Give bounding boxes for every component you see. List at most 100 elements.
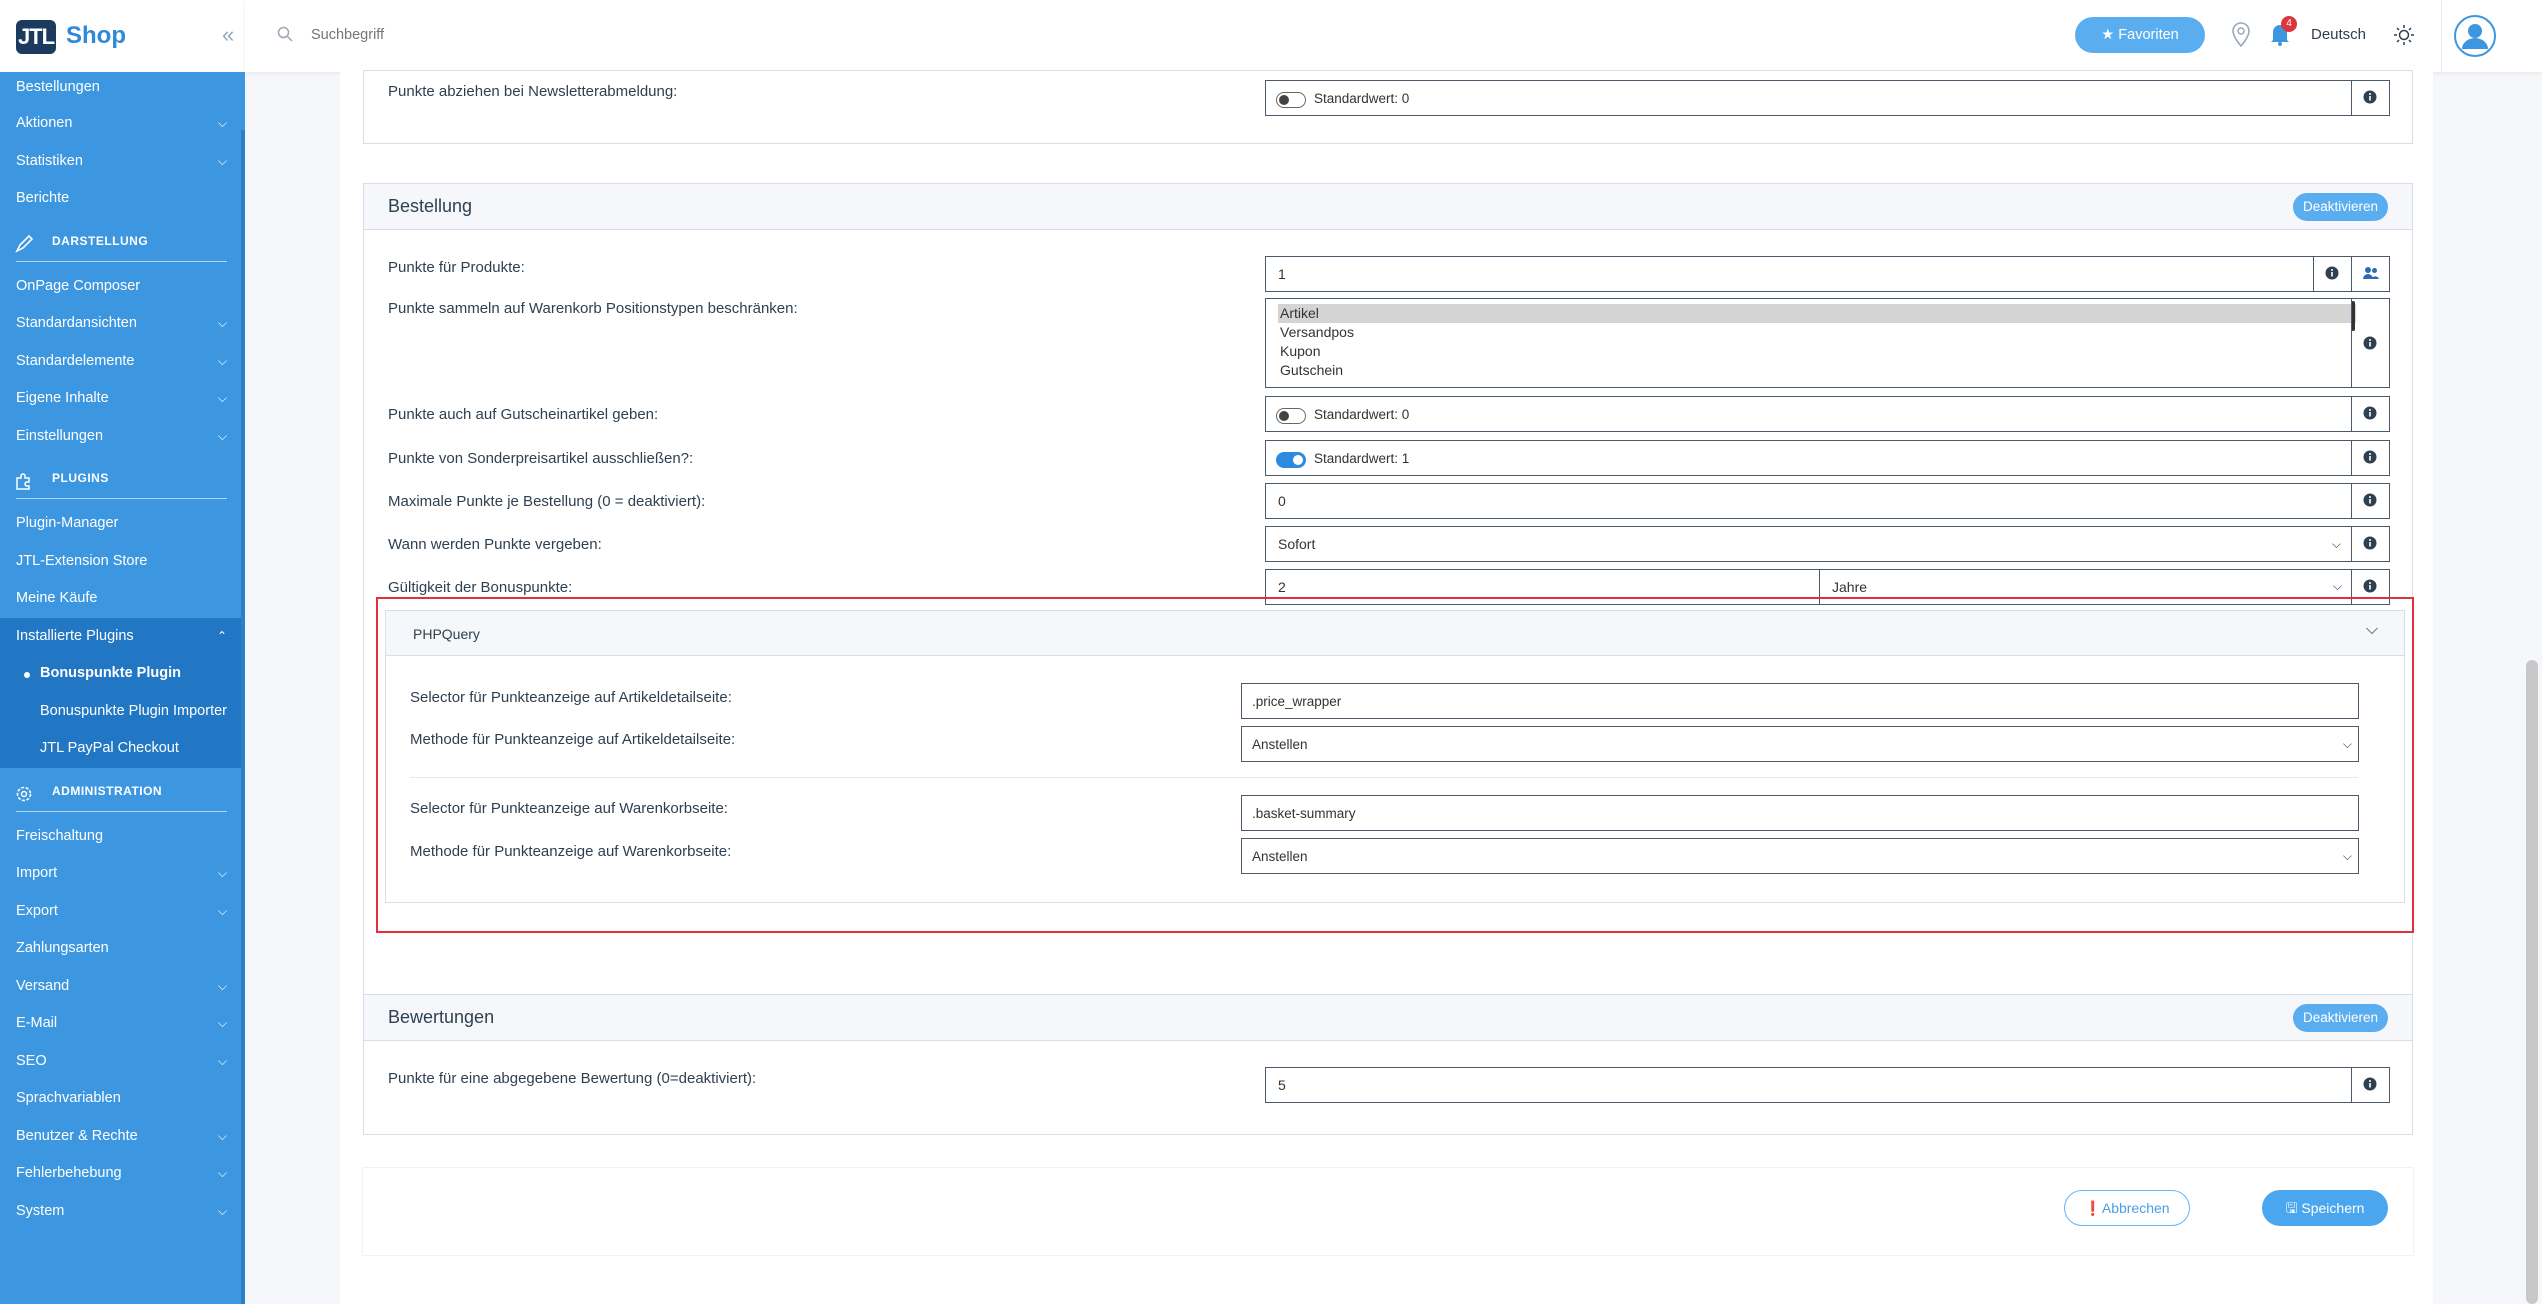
sidebar-item-system[interactable]: System ⌵ xyxy=(0,1193,245,1231)
sidebar-item-label: Standardansichten xyxy=(16,315,137,331)
sidebar-item-email[interactable]: E-Mail ⌵ xyxy=(0,1005,245,1043)
info-button[interactable] xyxy=(2351,299,2389,387)
sidebar-item-export[interactable]: Export ⌵ xyxy=(0,893,245,931)
user-avatar-icon[interactable] xyxy=(2453,14,2497,58)
bestellung-header: Bestellung Deaktivieren xyxy=(364,184,2412,230)
sidebar-item-zahlungsarten[interactable]: Zahlungsarten xyxy=(0,930,245,968)
sidebar-item-label: Berichte xyxy=(16,190,70,206)
sidebar-item-label: SEO xyxy=(16,1052,47,1069)
customer-groups-button[interactable] xyxy=(2351,257,2389,291)
location-pin-icon[interactable] xyxy=(2231,22,2251,48)
gueltigkeit-value-input[interactable]: 2 xyxy=(1278,579,1286,595)
punkte-produkte-input[interactable]: 1 xyxy=(1265,256,2390,292)
puzzle-icon xyxy=(16,473,30,490)
sidebar-item-plugin-manager[interactable]: Plugin-Manager xyxy=(0,505,245,543)
positionstypen-listbox[interactable]: Artikel Versandpos Kupon Gutschein xyxy=(1265,298,2390,388)
sidebar-item-import[interactable]: Import ⌵ xyxy=(0,855,245,893)
installed-plugins-submenu: Bonuspunkte Plugin Bonuspunkte Plugin Im… xyxy=(0,655,245,768)
sidebar-item-aktionen[interactable]: Aktionen ⌵ xyxy=(0,105,245,143)
newsletter-toggle[interactable] xyxy=(1276,92,1306,108)
info-button[interactable] xyxy=(2351,1068,2389,1102)
sidebar-item-standardansichten[interactable]: Standardansichten ⌵ xyxy=(0,305,245,343)
chevron-down-icon: ⌵ xyxy=(217,1016,227,1030)
sidebar-item-fehlerbehebung[interactable]: Fehlerbehebung ⌵ xyxy=(0,1155,245,1193)
field-value: 1 xyxy=(1278,266,1286,282)
field-value: 0 xyxy=(1278,493,1286,509)
toggle-default-label: Standardwert: 0 xyxy=(1314,91,1410,106)
sidebar-item-sprachvariablen[interactable]: Sprachvariablen xyxy=(0,1080,245,1118)
info-button[interactable] xyxy=(2351,397,2389,431)
collapse-sidebar-icon[interactable]: « xyxy=(222,22,234,48)
sidebar-item-label: System xyxy=(16,1202,65,1219)
section-divider xyxy=(16,810,227,812)
sidebar-item-bonuspunkte-importer[interactable]: Bonuspunkte Plugin Importer xyxy=(0,693,245,731)
gutschein-toggle[interactable] xyxy=(1276,408,1306,424)
info-icon xyxy=(2363,406,2377,420)
sidebar-item-versand[interactable]: Versand ⌵ xyxy=(0,968,245,1006)
save-icon: 🖫 xyxy=(2285,1200,2302,1216)
chevron-up-icon: ⌃ xyxy=(216,628,227,643)
highlight-frame xyxy=(376,597,2414,933)
newsletter-label: Punkte abziehen bei Newsletterabmeldung: xyxy=(388,83,678,100)
sidebar-item-label: Zahlungsarten xyxy=(16,940,109,956)
sonderpreis-label: Punkte von Sonderpreisartikel ausschließ… xyxy=(388,450,694,467)
sidebar-item-freischaltung[interactable]: Freischaltung xyxy=(0,818,245,856)
jtl-logo[interactable]: JTL xyxy=(16,20,56,54)
sidebar-item-einstellungen[interactable]: Einstellungen ⌵ xyxy=(0,418,245,456)
section-plugins: PLUGINS xyxy=(0,455,245,505)
sidebar-item-meine-kaeufe[interactable]: Meine Käufe xyxy=(0,580,245,618)
cancel-button[interactable]: ❗Abbrechen xyxy=(2064,1190,2190,1226)
info-button[interactable] xyxy=(2351,81,2389,115)
bewertung-punkte-input[interactable]: 5 xyxy=(1265,1067,2390,1103)
max-punkte-label: Maximale Punkte je Bestellung (0 = deakt… xyxy=(388,493,706,510)
sidebar-item-paypal-checkout[interactable]: JTL PayPal Checkout xyxy=(0,730,245,768)
page-scrollbar[interactable] xyxy=(2526,660,2538,1304)
list-item[interactable]: Kupon xyxy=(1278,342,2356,361)
sidebar-item-statistiken[interactable]: Statistiken ⌵ xyxy=(0,143,245,181)
info-icon xyxy=(2363,336,2377,350)
list-item[interactable]: Gutschein xyxy=(1278,361,2356,380)
sonderpreis-toggle[interactable] xyxy=(1276,452,1306,468)
info-button[interactable] xyxy=(2351,441,2389,475)
sidebar-item-onpage-composer[interactable]: OnPage Composer xyxy=(0,268,245,306)
punkte-produkte-label: Punkte für Produkte: xyxy=(388,259,525,276)
sidebar-item-seo[interactable]: SEO ⌵ xyxy=(0,1043,245,1081)
search-input[interactable] xyxy=(311,20,711,50)
chevron-down-icon: ⌵ xyxy=(217,903,227,918)
language-selector[interactable]: Deutsch xyxy=(2311,26,2366,43)
bestellung-deactivate-button[interactable]: Deaktivieren xyxy=(2292,193,2388,221)
info-icon xyxy=(2363,579,2377,593)
sidebar-item-installierte-plugins[interactable]: Installierte Plugins ⌃ xyxy=(0,617,245,655)
wann-select[interactable]: Sofort ⌵ xyxy=(1265,526,2390,562)
newsletter-card: Punkte abziehen bei Newsletterabmeldung:… xyxy=(363,70,2413,144)
sidebar-item-eigene-inhalte[interactable]: Eigene Inhalte ⌵ xyxy=(0,380,245,418)
sidebar-scrollbar[interactable] xyxy=(241,130,245,1304)
sidebar-item-benutzer-rechte[interactable]: Benutzer & Rechte ⌵ xyxy=(0,1118,245,1156)
list-item[interactable]: Artikel xyxy=(1278,304,2356,323)
sonderpreis-toggle-field: Standardwert: 1 xyxy=(1265,440,2390,476)
sidebar-item-label: Aktionen xyxy=(16,115,73,131)
sidebar-item-standardelemente[interactable]: Standardelemente ⌵ xyxy=(0,343,245,381)
sun-icon[interactable] xyxy=(2393,24,2415,46)
sidebar-item-berichte[interactable]: Berichte xyxy=(0,180,245,218)
sidebar-item-bestellungen[interactable]: Bestellungen xyxy=(0,78,245,105)
sidebar-item-label: Eigene Inhalte xyxy=(16,390,109,406)
bewertungen-deactivate-button[interactable]: Deaktivieren xyxy=(2292,1004,2388,1032)
sidebar-item-label: Versand xyxy=(16,977,70,994)
info-icon xyxy=(2363,450,2377,464)
info-button[interactable] xyxy=(2351,527,2389,561)
bewertung-punkte-label: Punkte für eine abgegebene Bewertung (0=… xyxy=(388,1070,757,1087)
users-icon xyxy=(2363,267,2379,279)
chevron-down-icon: ⌵ xyxy=(217,1166,227,1180)
info-button[interactable] xyxy=(2351,484,2389,518)
save-button[interactable]: 🖫 Speichern xyxy=(2262,1190,2388,1226)
info-button[interactable] xyxy=(2313,257,2351,291)
sidebar-item-label: Import xyxy=(16,865,58,881)
list-item[interactable]: Versandpos xyxy=(1278,323,2356,342)
sidebar-item-bonuspunkte-plugin[interactable]: Bonuspunkte Plugin xyxy=(0,655,245,693)
sidebar-item-label: Statistiken xyxy=(16,152,83,169)
max-punkte-input[interactable]: 0 xyxy=(1265,483,2390,519)
sidebar-item-extension-store[interactable]: JTL-Extension Store xyxy=(0,543,245,581)
favorites-button[interactable]: ★ Favoriten xyxy=(2075,17,2205,53)
shop-logo-text[interactable]: Shop xyxy=(66,22,126,50)
